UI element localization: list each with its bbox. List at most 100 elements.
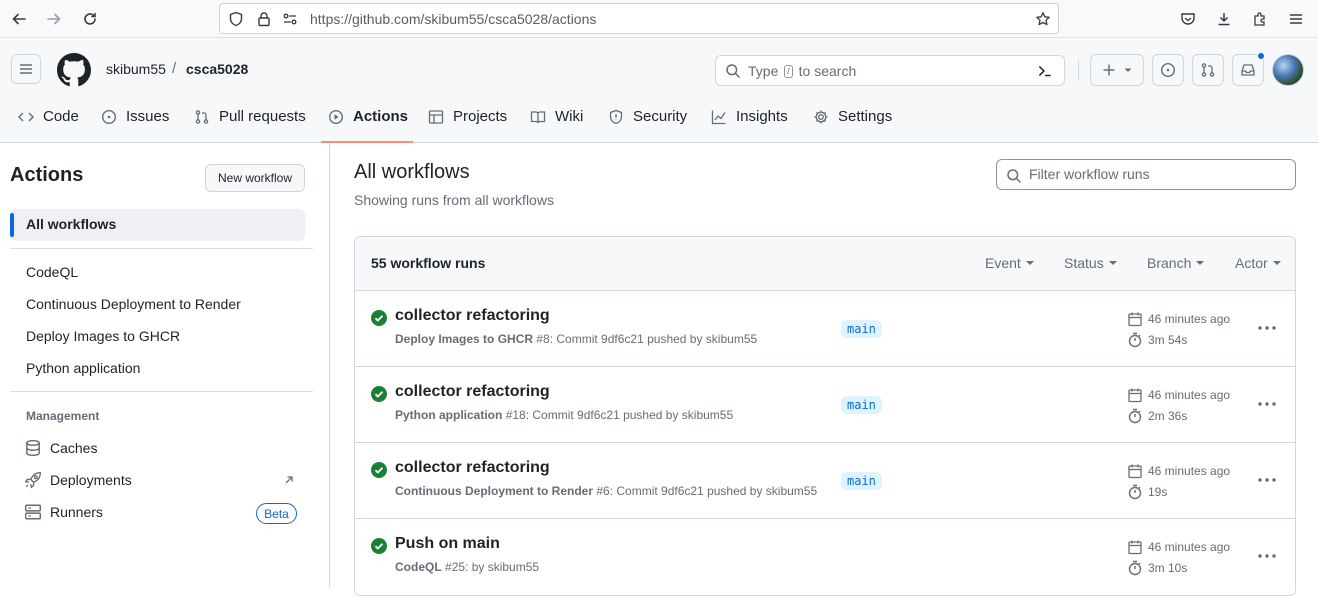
github-header: skibum55 / csca5028 Type / to search Cod… [0,38,1318,143]
tab-label: Code [43,108,79,125]
workflow-runs-list: 55 workflow runs Event Status Branch Act… [354,236,1296,596]
back-icon[interactable] [7,7,31,31]
sidebar-divider [10,248,313,249]
run-title[interactable]: collector refactoring [395,307,550,325]
active-item-indicator [10,213,14,237]
pull-request-icon [195,110,209,124]
breadcrumb-repo[interactable]: csca5028 [186,61,248,77]
pull-requests-button[interactable] [1192,54,1224,86]
search-input[interactable]: Type / to search [715,55,1065,86]
calendar-icon [1128,540,1142,555]
create-new-button[interactable] [1090,54,1144,86]
status-filter-dropdown[interactable]: Status [1064,255,1117,271]
branch-tag[interactable]: main [841,320,882,338]
url-text[interactable]: https://github.com/skibum55/csca5028/act… [310,11,596,27]
event-filter-dropdown[interactable]: Event [985,255,1034,271]
run-duration: 3m 54s [1127,332,1187,348]
run-meta: Python application #18: Commit 9df6c21 p… [395,408,734,422]
issue-icon [101,109,117,125]
run-meta: Deploy Images to GHCR #8: Commit 9df6c21… [395,332,758,346]
sidebar-item-continuous-deployment[interactable]: Continuous Deployment to Render [26,296,241,312]
branch-tag[interactable]: main [841,472,882,490]
lock-icon[interactable] [256,11,272,27]
kebab-horizontal-icon [1258,326,1276,330]
issues-button[interactable] [1152,54,1184,86]
extensions-icon[interactable] [1248,7,1272,31]
run-options-button[interactable] [1255,469,1279,491]
caret-down-icon [1025,261,1034,265]
tab-label: Wiki [555,108,584,125]
sidebar-item-codeql[interactable]: CodeQL [26,264,78,280]
kebab-horizontal-icon [1258,554,1276,558]
github-logo-icon[interactable] [57,53,91,87]
reload-icon[interactable] [78,7,102,31]
permissions-icon[interactable] [282,11,298,27]
url-bar[interactable]: https://github.com/skibum55/csca5028/act… [219,3,1059,34]
tab-code[interactable]: Code [18,105,79,143]
table-row[interactable]: Push on main CodeQL #25: by skibum55 46 … [355,519,1295,595]
tab-settings[interactable]: Settings [813,105,892,143]
forward-icon[interactable] [42,7,66,31]
chevron-down-icon [1124,68,1132,72]
sidebar-item-deployments[interactable]: Deployments [24,471,132,489]
server-icon [24,504,42,520]
check-circle-icon [371,386,387,402]
branch-tag[interactable]: main [841,396,882,414]
caret-down-icon [1108,261,1117,265]
sidebar-item-label: Runners [50,504,103,520]
run-title[interactable]: Push on main [395,535,500,553]
kebab-horizontal-icon [1258,402,1276,406]
download-icon[interactable] [1212,7,1236,31]
table-row[interactable]: collector refactoring Deploy Images to G… [355,291,1295,367]
run-time: 46 minutes ago [1127,463,1230,479]
tab-wiki[interactable]: Wiki [530,105,583,143]
run-meta: CodeQL #25: by skibum55 [395,560,540,574]
sidebar-item-python-application[interactable]: Python application [26,360,140,376]
command-palette-icon[interactable] [1036,62,1054,80]
caret-down-icon [1272,261,1281,265]
menu-icon[interactable] [1284,7,1308,31]
run-duration: 19s [1127,484,1167,500]
kebab-horizontal-icon [1258,478,1276,482]
bookmark-star-icon[interactable] [1035,11,1051,27]
tab-label: Actions [353,108,409,125]
tab-label: Pull requests [219,108,306,125]
sidebar-item-caches[interactable]: Caches [24,439,97,457]
tab-insights[interactable]: Insights [711,105,788,143]
new-workflow-button[interactable]: New workflow [205,164,305,192]
sidebar-item-label[interactable]: All workflows [26,216,116,232]
plus-icon [1103,64,1115,76]
tab-issues[interactable]: Issues [101,105,169,143]
search-icon [726,64,740,78]
sidebar-item-deploy-images[interactable]: Deploy Images to GHCR [26,328,180,344]
table-row[interactable]: collector refactoring Continuous Deploym… [355,443,1295,519]
branch-filter-dropdown[interactable]: Branch [1147,255,1205,271]
header-divider [1078,60,1079,80]
run-title[interactable]: collector refactoring [395,459,550,477]
table-row[interactable]: collector refactoring Python application… [355,367,1295,443]
run-options-button[interactable] [1255,545,1279,567]
filter-workflow-runs-input[interactable]: Filter workflow runs [996,159,1296,190]
sidebar-item-runners[interactable]: Runners [24,503,103,521]
run-options-button[interactable] [1255,317,1279,339]
rocket-icon [24,472,41,489]
notification-dot [1257,52,1265,60]
tab-projects[interactable]: Projects [428,105,507,143]
check-circle-icon [371,538,387,554]
actor-filter-dropdown[interactable]: Actor [1235,255,1281,271]
sidebar-title: Actions [10,164,84,186]
run-title[interactable]: collector refactoring [395,383,550,401]
page-title: All workflows [354,161,470,183]
shield-icon[interactable] [228,11,244,27]
breadcrumb-owner[interactable]: skibum55 [106,61,166,77]
avatar[interactable] [1272,54,1304,86]
pocket-icon[interactable] [1176,7,1200,31]
global-nav-button[interactable] [11,54,41,84]
tab-actions[interactable]: Actions [328,105,408,143]
stopwatch-icon [1128,332,1142,348]
runs-list-header: 55 workflow runs Event Status Branch Act… [355,237,1295,291]
tab-security[interactable]: Security [608,105,687,143]
tab-pull-requests[interactable]: Pull requests [194,105,306,143]
active-tab-indicator [321,141,413,143]
run-options-button[interactable] [1255,393,1279,415]
